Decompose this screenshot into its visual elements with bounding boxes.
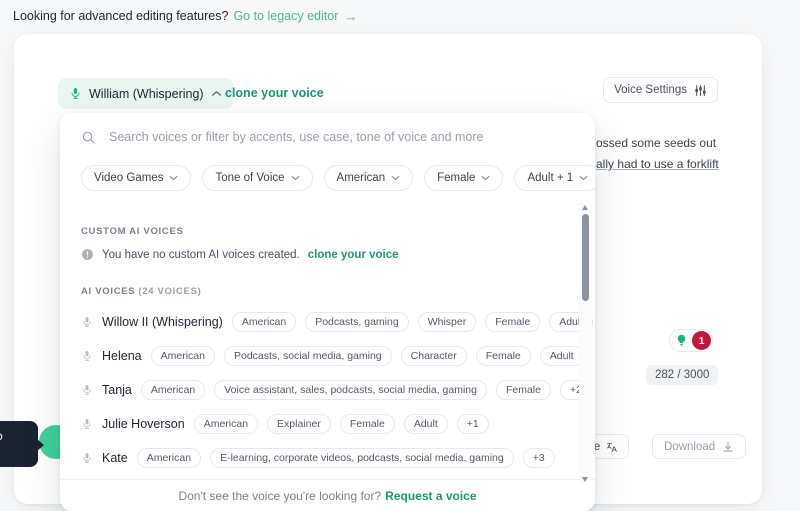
- request-voice-link[interactable]: Request a voice: [385, 489, 476, 503]
- chevron-down-icon: [481, 175, 490, 181]
- legacy-editor-banner: Looking for advanced editing features? G…: [0, 0, 800, 32]
- chevron-down-icon: [291, 175, 300, 181]
- chevron-down-icon: [169, 175, 178, 181]
- no-custom-voices-text: You have no custom AI voices created.: [102, 249, 300, 261]
- voice-tag: Female: [476, 346, 531, 366]
- search-input[interactable]: [109, 130, 575, 144]
- filter-chip-row: Video Games Tone of Voice American Femal…: [60, 161, 595, 191]
- voice-settings-label: Voice Settings: [614, 84, 687, 96]
- arrow-right-icon: →: [344, 10, 357, 23]
- translate-icon: [606, 441, 618, 453]
- custom-voices-heading: CUSTOM AI VOICES: [60, 201, 595, 237]
- voice-tag: American: [137, 448, 201, 468]
- info-icon: [81, 248, 94, 261]
- hint-badge[interactable]: 1: [669, 329, 713, 352]
- filter-chip-accent-label: American: [337, 172, 386, 184]
- voice-name: Kate: [102, 451, 128, 465]
- hint-count-badge: 1: [692, 331, 711, 350]
- scroll-down-arrow-icon[interactable]: [582, 477, 588, 482]
- voice-tag: Female: [496, 380, 551, 400]
- character-counter: 282 / 3000: [646, 365, 718, 385]
- listen-tooltip-line-2: ch!: [0, 444, 28, 460]
- microphone-icon: [81, 315, 93, 329]
- microphone-icon: [81, 349, 93, 363]
- chevron-up-icon: [211, 90, 222, 97]
- ai-voices-heading: AI VOICES(24 VOICES): [60, 261, 595, 297]
- filter-chip-tone[interactable]: Tone of Voice: [202, 165, 312, 191]
- scrollbar-thumb[interactable]: [582, 214, 589, 301]
- sliders-icon: [694, 84, 707, 97]
- voice-selector-chip[interactable]: William (Whispering): [58, 78, 233, 109]
- voice-tag: American: [232, 312, 296, 332]
- filter-chip-accent[interactable]: American: [324, 165, 414, 191]
- voice-list-scroll-area: CUSTOM AI VOICES You have no custom AI v…: [60, 201, 595, 486]
- microphone-icon: [81, 383, 93, 397]
- voice-name: Julie Hoverson: [102, 417, 185, 431]
- legacy-editor-link-label: Go to legacy editor: [233, 9, 338, 23]
- ai-voices-heading-label: AI VOICES: [81, 286, 135, 297]
- filter-chip-age-label: Adult + 1: [527, 172, 573, 184]
- app-root: Looking for advanced editing features? G…: [0, 0, 800, 511]
- download-icon: [722, 441, 734, 453]
- download-button[interactable]: Download: [652, 434, 746, 459]
- voice-tag: Voice assistant, sales, podcasts, social…: [214, 380, 487, 400]
- listen-tooltip: en to ch!: [0, 421, 38, 467]
- chevron-down-icon: [579, 175, 588, 181]
- voice-tag: Adult: [404, 414, 448, 434]
- voice-tag: American: [194, 414, 258, 434]
- editor-text-line-2: ally had to use a forklift: [596, 154, 776, 175]
- voice-selector-label: William (Whispering): [89, 87, 204, 101]
- filter-chip-gender-label: Female: [437, 172, 475, 184]
- chevron-down-icon: [391, 175, 400, 181]
- microphone-icon: [81, 417, 93, 431]
- search-icon: [81, 130, 96, 145]
- no-custom-voices-row: You have no custom AI voices created. cl…: [60, 237, 595, 261]
- filter-chip-tone-label: Tone of Voice: [215, 172, 284, 184]
- voice-list-item[interactable]: Willow II (Whispering) American Podcasts…: [60, 305, 595, 339]
- filter-chip-age[interactable]: Adult + 1: [514, 165, 595, 191]
- download-button-label: Download: [664, 441, 715, 453]
- voice-tag: Female: [340, 414, 395, 434]
- filter-chip-use-case[interactable]: Video Games: [81, 165, 191, 191]
- voice-list-scrollbar[interactable]: [579, 203, 592, 484]
- voice-tag: Character: [401, 346, 467, 366]
- voice-picker-dropdown: Video Games Tone of Voice American Femal…: [60, 113, 595, 511]
- clone-your-voice-link[interactable]: clone your voice: [225, 86, 324, 100]
- scroll-up-arrow-icon[interactable]: [582, 205, 588, 210]
- voice-list-item[interactable]: Julie Hoverson American Explainer Female…: [60, 407, 595, 441]
- voice-tag: E-learning, corporate videos, podcasts, …: [210, 448, 514, 468]
- microphone-icon: [69, 86, 82, 101]
- voice-tag: Explainer: [267, 414, 331, 434]
- filter-chip-use-case-label: Video Games: [94, 172, 163, 184]
- request-voice-text: Don't see the voice you're looking for?: [178, 489, 381, 503]
- dropdown-footer: Don't see the voice you're looking for? …: [60, 479, 595, 511]
- voice-tag: Podcasts, social media, gaming: [224, 346, 392, 366]
- legacy-editor-link[interactable]: Go to legacy editor →: [233, 9, 357, 23]
- voice-tag-more: +1: [457, 414, 489, 434]
- voice-tag: American: [141, 380, 205, 400]
- editor-text: ossed some seeds out ally had to use a f…: [596, 133, 776, 175]
- voice-list-item[interactable]: Tanja American Voice assistant, sales, p…: [60, 373, 595, 407]
- voice-name: Willow II (Whispering): [102, 315, 223, 329]
- banner-question: Looking for advanced editing features?: [13, 9, 228, 23]
- lightbulb-icon: [674, 333, 689, 348]
- clone-your-voice-inline-link[interactable]: clone your voice: [308, 249, 399, 261]
- search-row: [60, 113, 595, 161]
- voice-list-item[interactable]: Kate American E-learning, corporate vide…: [60, 441, 595, 475]
- ai-voices-count: (24 VOICES): [138, 286, 201, 297]
- voice-name: Helena: [102, 349, 142, 363]
- voice-settings-button[interactable]: Voice Settings: [603, 77, 718, 103]
- voice-name: Tanja: [102, 383, 132, 397]
- voice-tag: American: [151, 346, 215, 366]
- voice-tag: Podcasts, gaming: [305, 312, 408, 332]
- editor-text-line-1: ossed some seeds out: [596, 133, 776, 154]
- voice-tag: Female: [485, 312, 540, 332]
- listen-tooltip-line-1: en to: [0, 428, 28, 444]
- voice-tag-more: +3: [523, 448, 555, 468]
- voice-tag: Adult: [540, 346, 584, 366]
- filter-chip-gender[interactable]: Female: [424, 165, 503, 191]
- voice-tag: Whisper: [418, 312, 477, 332]
- microphone-icon: [81, 451, 93, 465]
- voice-list-item[interactable]: Helena American Podcasts, social media, …: [60, 339, 595, 373]
